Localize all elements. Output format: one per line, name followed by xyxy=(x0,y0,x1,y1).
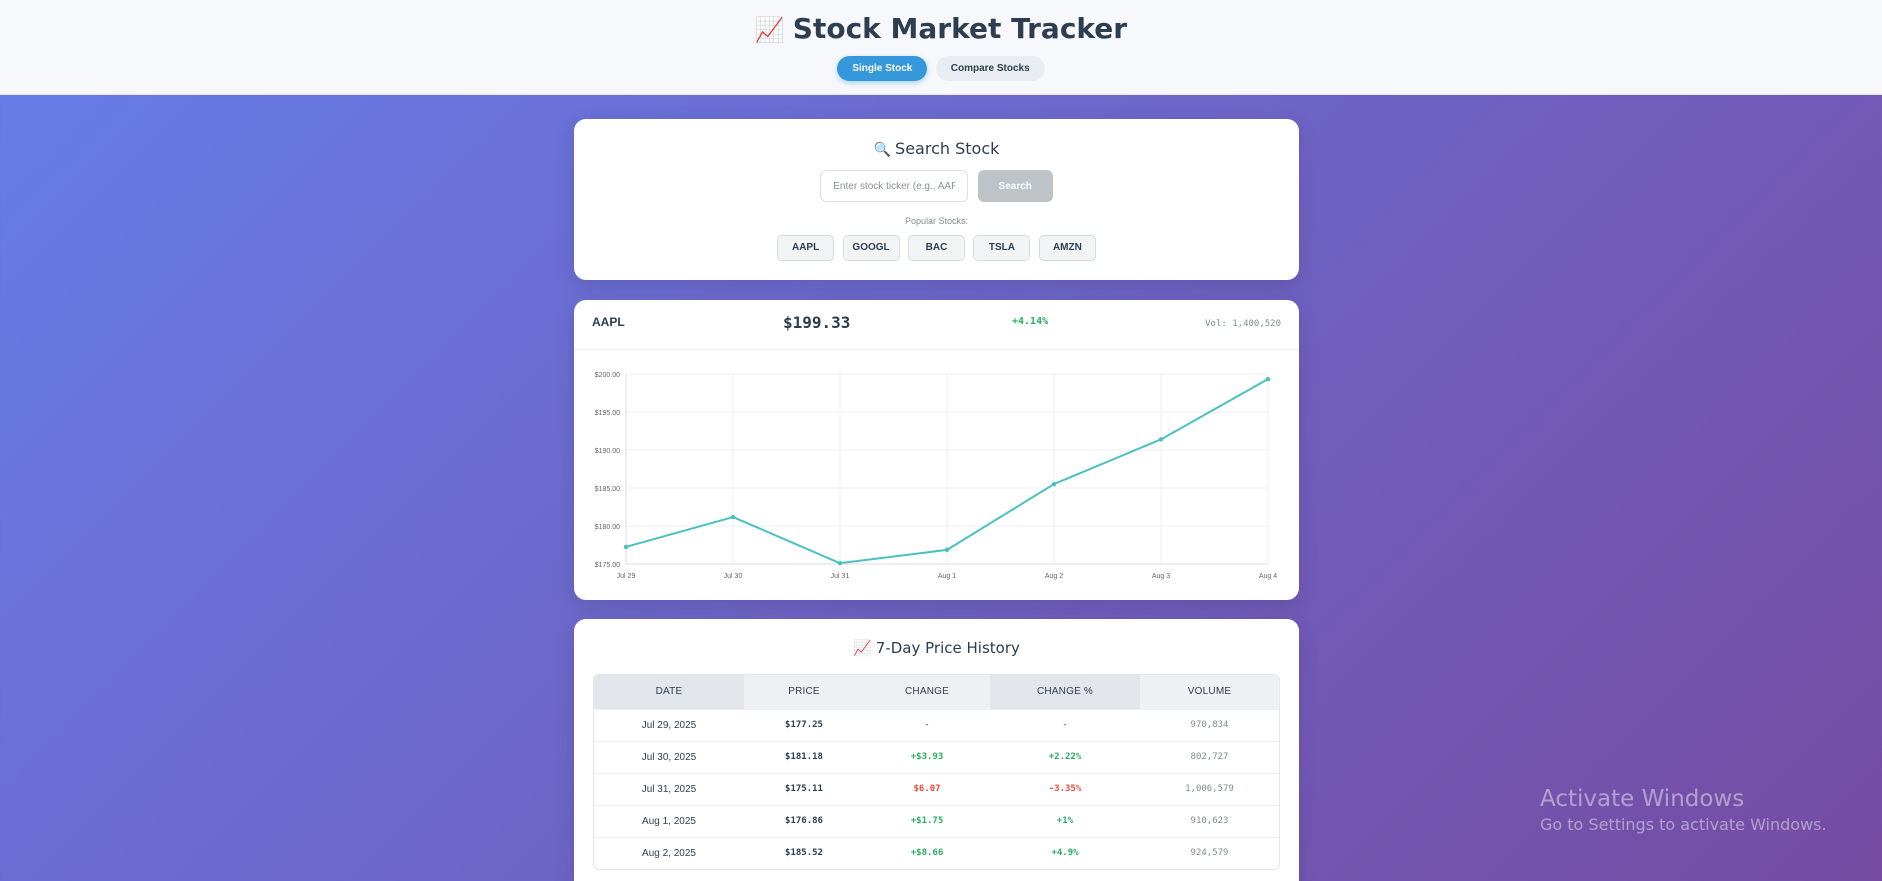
chart-data-point xyxy=(1158,437,1164,442)
chart-data-point xyxy=(730,514,736,520)
chart-y-tick-label: $180.00 xyxy=(595,524,620,531)
app-header: 📈 Stock Market Tracker Single Stock Compa… xyxy=(0,0,1882,95)
tab-compare-stocks[interactable]: Compare Stocks xyxy=(935,56,1045,81)
popular-stock-chip[interactable]: AAPL xyxy=(777,235,835,261)
table-row: Jul 31, 2025 $175.11 $6.07 -3.35% 1,006,579 xyxy=(594,772,1279,805)
price-history-table: Date Price Change Change % Volume Jul 29… xyxy=(593,674,1280,870)
chart-x-tick-label: Jul 29 xyxy=(617,573,636,580)
history-rows: Jul 29, 2025 $177.25- -970,834 Jul 30, 2025… xyxy=(594,708,1279,869)
column-header-price[interactable]: Price xyxy=(744,675,864,709)
watermark-subtitle: Go to Settings to activate Windows. xyxy=(1540,815,1827,834)
price-line-chart: $200.00 $195.00 $190.00 $185.00 $180.00 $175.… xyxy=(595,372,1278,580)
stock-symbol: AAPL xyxy=(592,315,625,329)
chart-increasing-icon: 📈 xyxy=(853,639,872,657)
search-button[interactable]: Search xyxy=(977,170,1053,202)
search-title: 🔍 Search Stock xyxy=(574,139,1299,158)
popular-stock-chip[interactable]: AMZN xyxy=(1038,235,1096,261)
chart-data-point xyxy=(837,560,843,566)
stock-volume: Vol: 1,400,520 xyxy=(1205,319,1281,329)
chart-x-tick-label: Aug 1 xyxy=(938,573,956,580)
chart-data-point xyxy=(623,544,629,550)
app-title-text: Stock Market Tracker xyxy=(792,12,1128,45)
watermark-title: Activate Windows xyxy=(1540,786,1745,812)
magnifier-icon: 🔍 xyxy=(873,142,892,158)
chart-y-tick-label: $200.00 xyxy=(595,372,620,379)
chart-x-tick-label: Aug 4 xyxy=(1259,573,1277,580)
cell-change-percent: -3.35% xyxy=(990,772,1140,805)
stock-detail-card: AAPL $199.33 +4.14% Vol: 1,400,520 $200.… xyxy=(574,300,1299,600)
stock-price: $199.33 xyxy=(783,313,851,332)
table-row: Aug 1, 2025 $176.86 +$1.75 +1% 910,623 xyxy=(594,804,1279,837)
cell-change-percent: +2.22% xyxy=(990,740,1140,773)
history-title-text: 7-Day Price History xyxy=(875,639,1020,657)
cell-change: - xyxy=(864,708,990,741)
chart-y-tick-label: $195.00 xyxy=(595,410,620,417)
chart-x-tick-label: Jul 31 xyxy=(831,573,850,580)
cell-price: $175.11 xyxy=(744,772,864,805)
cell-volume: 970,834 xyxy=(1140,708,1279,741)
chart-y-tick-label: $175.00 xyxy=(595,562,620,569)
table-row: Aug 2, 2025 $185.52 +$8.66 +4.9% 924,579 xyxy=(594,836,1279,869)
chart-x-tick-label: Jul 30 xyxy=(724,573,743,580)
popular-stock-chip[interactable]: BAC xyxy=(908,235,965,261)
cell-price: $176.86 xyxy=(744,804,864,837)
search-card: 🔍Search Stock Search Popular Stocks: AAP… xyxy=(574,119,1299,280)
chart-y-tick-label: $190.00 xyxy=(595,448,620,455)
popular-stocks-list: AAPL GOOGL BAC TSLA AMZN xyxy=(574,235,1299,261)
cell-date: Jul 30, 2025 xyxy=(594,740,744,773)
popular-stocks-label: Popular Stocks: xyxy=(904,216,969,226)
mode-tabs: Single Stock Compare Stocks xyxy=(0,56,1882,81)
table-row: Jul 30, 2025 $181.18 +$3.93 +2.22% 802,727 xyxy=(594,740,1279,773)
chart-x-tick-label: Aug 3 xyxy=(1152,573,1170,580)
cell-date: Aug 2, 2025 xyxy=(594,836,744,869)
cell-date: Jul 31, 2025 xyxy=(594,772,744,805)
cell-volume: 1,006,579 xyxy=(1140,772,1279,805)
cell-change-percent: - xyxy=(990,708,1140,741)
chart-data-point xyxy=(1265,376,1271,382)
activation-watermark: Activate Windows Go to Settings to activ… xyxy=(1540,786,1827,834)
popular-stock-chip[interactable]: TSLA xyxy=(973,235,1031,261)
cell-date: Jul 29, 2025 xyxy=(594,708,744,741)
stock-change-percent: +4.14% xyxy=(1012,316,1049,327)
cell-date: Aug 1, 2025 xyxy=(594,804,744,837)
column-header-change-percent[interactable]: Change % xyxy=(990,675,1140,709)
app-title: 📈 Stock Market Tracker xyxy=(0,12,1882,45)
chart-increasing-icon: 📈 xyxy=(754,16,785,44)
table-header-row: Date Price Change Change % Volume xyxy=(594,675,1279,709)
column-header-change[interactable]: Change xyxy=(864,675,990,709)
column-header-volume[interactable]: Volume xyxy=(1140,675,1279,709)
cell-price: $177.25 xyxy=(744,708,864,741)
search-row: Search xyxy=(574,170,1299,202)
quote-summary: AAPL $199.33 +4.14% Vol: 1,400,520 xyxy=(574,300,1299,350)
cell-volume: 910,623 xyxy=(1140,804,1279,837)
cell-volume: 924,579 xyxy=(1140,836,1279,869)
search-title-text: Search Stock xyxy=(895,139,1000,158)
cell-change: +$3.93 xyxy=(864,740,990,773)
cell-change-percent: +1% xyxy=(990,804,1140,837)
cell-price: $181.18 xyxy=(744,740,864,773)
cell-change-percent: +4.9% xyxy=(990,836,1140,869)
popular-stock-chip[interactable]: GOOGL xyxy=(842,235,900,261)
chart-x-tick-label: Aug 2 xyxy=(1045,573,1063,580)
chart-y-tick-label: $185.00 xyxy=(595,486,620,493)
tab-single-stock[interactable]: Single Stock xyxy=(837,56,928,81)
search-input[interactable] xyxy=(820,170,969,202)
cell-change: +$8.66 xyxy=(864,836,990,869)
cell-volume: 802,727 xyxy=(1140,740,1279,773)
cell-price: $185.52 xyxy=(744,836,864,869)
chart-data-point xyxy=(1051,481,1057,487)
chart-data-point xyxy=(944,547,950,553)
cell-change: +$1.75 xyxy=(864,804,990,837)
history-title: 📈 7-Day Price History xyxy=(574,639,1299,657)
price-history-card: 📈 7-Day Price History Date Price Change C… xyxy=(574,619,1299,881)
table-row: Jul 29, 2025 $177.25- -970,834 xyxy=(594,708,1279,741)
cell-change: $6.07 xyxy=(864,772,990,805)
column-header-date[interactable]: Date xyxy=(594,675,744,709)
